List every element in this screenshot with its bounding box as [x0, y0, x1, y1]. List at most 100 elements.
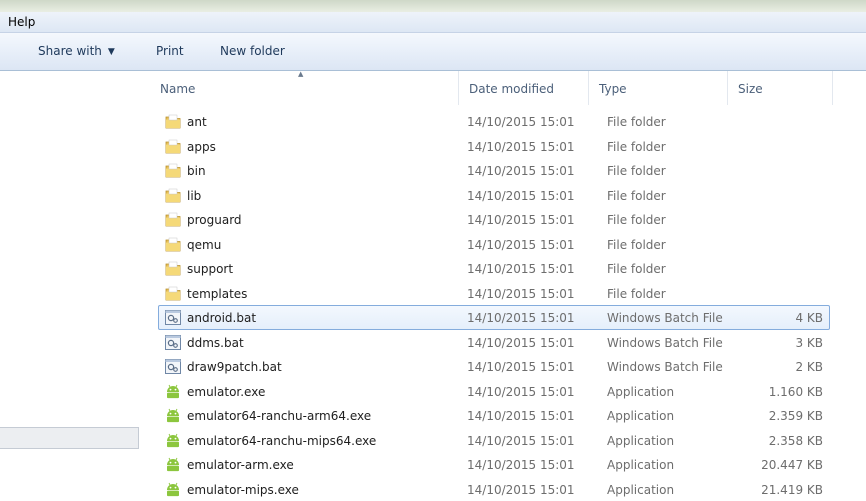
- file-date-modified: 14/10/2015 15:01: [467, 238, 575, 252]
- file-name: lib: [187, 189, 201, 203]
- share-with-label: Share with: [38, 44, 102, 58]
- file-type: Application: [607, 483, 674, 497]
- file-row[interactable]: emulator-mips.exe14/10/2015 15:01Applica…: [158, 477, 830, 501]
- file-type: Application: [607, 434, 674, 448]
- file-name: emulator-arm.exe: [187, 458, 294, 472]
- file-row[interactable]: ant 14/10/2015 15:01 File folder: [158, 109, 830, 134]
- file-type: Windows Batch File: [607, 311, 723, 325]
- file-date-modified: 14/10/2015 15:01: [467, 189, 575, 203]
- file-row[interactable]: emulator64-ranchu-arm64.exe 14/10/2015 15…: [158, 403, 830, 428]
- file-name: qemu: [187, 238, 221, 252]
- file-date-modified: 14/10/2015 15:01: [467, 409, 575, 423]
- file-row[interactable]: support14/10/2015 15:01File folder: [158, 256, 830, 281]
- android-app-icon: [165, 457, 181, 472]
- android-app-icon: [165, 408, 181, 423]
- file-row[interactable]: draw9patch.bat14/10/2015 15:01Windows Ba…: [158, 354, 830, 379]
- navigation-pane-selected-item[interactable]: [0, 427, 139, 449]
- folder-icon: [165, 114, 181, 129]
- file-size: 4 KB: [795, 311, 823, 325]
- folder-icon: [165, 237, 181, 252]
- file-date-modified: 14/10/2015 15:01: [467, 360, 575, 374]
- menu-help[interactable]: Help: [8, 15, 35, 29]
- file-name: bin: [187, 164, 206, 178]
- file-type: File folder: [607, 287, 666, 301]
- file-type: File folder: [607, 115, 666, 129]
- column-header-date-label: Date modified: [469, 82, 554, 96]
- file-row[interactable]: android.bat 14/10/2015 15:01 Windows Batch…: [158, 305, 830, 330]
- folder-icon: [165, 163, 181, 178]
- file-date-modified: 14/10/2015 15:01: [467, 311, 575, 325]
- batch-file-icon: [165, 335, 181, 350]
- file-row[interactable]: emulator-arm.exe14/10/2015 15:01Applicat…: [158, 452, 830, 477]
- file-name: android.bat: [187, 311, 256, 325]
- file-type: File folder: [607, 140, 666, 154]
- file-size: 2 KB: [795, 360, 823, 374]
- file-list: ant 14/10/2015 15:01 File folder apps 14/10/…: [158, 109, 830, 501]
- batch-file-icon: [165, 359, 181, 374]
- file-date-modified: 14/10/2015 15:01: [467, 213, 575, 227]
- file-date-modified: 14/10/2015 15:01: [467, 434, 575, 448]
- file-type: Application: [607, 385, 674, 399]
- file-name: proguard: [187, 213, 242, 227]
- file-name: templates: [187, 287, 247, 301]
- file-size: 2.359 KB: [769, 409, 823, 423]
- file-row[interactable]: proguard 14/10/2015 15:01 File folder: [158, 207, 830, 232]
- column-header-name-label: Name: [160, 82, 195, 96]
- file-name: emulator64-ranchu-arm64.exe: [187, 409, 371, 423]
- chevron-down-icon: ▼: [108, 47, 115, 57]
- column-header-size[interactable]: Size: [728, 71, 833, 105]
- file-type: File folder: [607, 213, 666, 227]
- android-app-icon: [165, 384, 181, 399]
- file-row[interactable]: templates 14/10/2015 15:01 File folder: [158, 281, 830, 306]
- column-header-name[interactable]: Name ▲: [150, 71, 459, 105]
- file-type: File folder: [607, 262, 666, 276]
- file-date-modified: 14/10/2015 15:01: [467, 336, 575, 350]
- file-type: File folder: [607, 189, 666, 203]
- navigation-pane[interactable]: [0, 71, 150, 496]
- file-date-modified: 14/10/2015 15:01: [467, 164, 575, 178]
- file-row[interactable]: ddms.bat14/10/2015 15:01Windows Batch Fi…: [158, 330, 830, 355]
- file-type: File folder: [607, 238, 666, 252]
- column-header-type-label: Type: [599, 82, 627, 96]
- file-type: File folder: [607, 164, 666, 178]
- file-date-modified: 14/10/2015 15:01: [467, 287, 575, 301]
- sort-ascending-icon: ▲: [298, 70, 303, 78]
- command-bar: Share with ▼ Print New folder: [0, 33, 866, 71]
- folder-icon: [165, 139, 181, 154]
- file-type: Application: [607, 458, 674, 472]
- share-with-button[interactable]: Share with ▼: [38, 44, 115, 58]
- file-name: ant: [187, 115, 207, 129]
- column-header-date-modified[interactable]: Date modified: [459, 71, 589, 105]
- file-row[interactable]: qemu 14/10/2015 15:01 File folder: [158, 232, 830, 257]
- file-row[interactable]: lib 14/10/2015 15:01 File folder: [158, 183, 830, 208]
- file-row[interactable]: emulator.exe 14/10/2015 15:01 Application 1…: [158, 379, 830, 404]
- file-type: Windows Batch File: [607, 360, 723, 374]
- android-app-icon: [165, 433, 181, 448]
- file-date-modified: 14/10/2015 15:01: [467, 115, 575, 129]
- file-size: 1.160 KB: [769, 385, 823, 399]
- print-button[interactable]: Print: [156, 44, 184, 58]
- file-row[interactable]: emulator64-ranchu-mips64.exe 14/10/2015 1…: [158, 428, 830, 453]
- file-size: 2.358 KB: [769, 434, 823, 448]
- file-date-modified: 14/10/2015 15:01: [467, 140, 575, 154]
- file-size: 21.419 KB: [761, 483, 823, 497]
- file-name: emulator-mips.exe: [187, 483, 299, 497]
- column-header-type[interactable]: Type: [589, 71, 728, 105]
- file-row[interactable]: bin 14/10/2015 15:01 File folder: [158, 158, 830, 183]
- file-size: 20.447 KB: [761, 458, 823, 472]
- file-name: emulator.exe: [187, 385, 265, 399]
- file-row[interactable]: apps 14/10/2015 15:01 File folder: [158, 134, 830, 159]
- android-app-icon: [165, 482, 181, 497]
- new-folder-button[interactable]: New folder: [220, 44, 285, 58]
- menu-bar: Help: [0, 12, 866, 33]
- file-name: emulator64-ranchu-mips64.exe: [187, 434, 376, 448]
- folder-icon: [165, 188, 181, 203]
- batch-file-icon: [165, 310, 181, 325]
- file-date-modified: 14/10/2015 15:01: [467, 385, 575, 399]
- column-header-bar: Name ▲ Date modified Type Size: [150, 71, 866, 105]
- file-name: apps: [187, 140, 216, 154]
- folder-icon: [165, 286, 181, 301]
- file-type: Windows Batch File: [607, 336, 723, 350]
- folder-icon: [165, 212, 181, 227]
- folder-icon: [165, 261, 181, 276]
